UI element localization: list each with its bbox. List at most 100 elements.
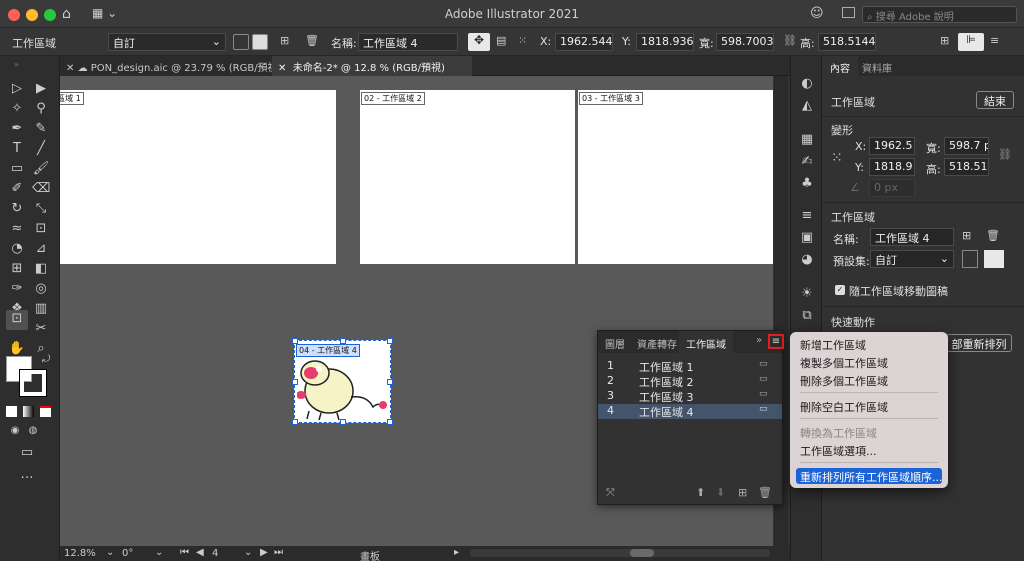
width-input[interactable]: 598.7 p	[944, 137, 989, 155]
symbols-icon[interactable]: ♣	[799, 176, 815, 192]
portrait-icon[interactable]	[233, 34, 249, 50]
swatches-icon[interactable]: ▦	[799, 132, 815, 148]
reference-point-icon[interactable]: ⁙	[518, 34, 527, 47]
perspective-grid-tool-icon[interactable]: ⊿	[32, 240, 50, 258]
menu-item-delete-artboards[interactable]: 刪除多個工作區域	[796, 372, 942, 388]
menu-item-delete-empty-artboards[interactable]: 刪除空白工作區域	[796, 398, 942, 414]
move-up-icon[interactable]: ⬆	[696, 486, 705, 499]
panel-menu-icon[interactable]: ≡	[990, 34, 999, 47]
collapse-icon[interactable]: »	[14, 60, 19, 69]
chevron-down-icon[interactable]: ⌄	[155, 547, 163, 558]
artboard-1[interactable]: 01 - 工作區域 1	[60, 90, 336, 264]
selection-tool-icon[interactable]: ▷	[8, 80, 26, 98]
screen-mode-icon[interactable]: ▭	[18, 444, 36, 462]
pen-tool-icon[interactable]: ✒	[8, 120, 26, 138]
artboard-row[interactable]: 2 工作區域 2 ▭	[598, 374, 782, 389]
width-input[interactable]: 598.7003	[716, 33, 774, 51]
rearrange-icon[interactable]: ⤧	[606, 486, 615, 500]
y-input[interactable]: 1818.9	[869, 158, 915, 176]
shaper-tool-icon[interactable]: ✐	[8, 180, 26, 198]
resize-handle[interactable]	[292, 379, 298, 385]
constrain-link-icon[interactable]: ⛓	[998, 148, 1012, 161]
new-artboard-icon[interactable]: ⊞	[738, 486, 747, 499]
tab-untitled-2[interactable]: ✕ 未命名-2* @ 12.8 % (RGB/預視)	[272, 56, 472, 76]
appearance-icon[interactable]: ☀	[799, 286, 815, 302]
preset-select[interactable]: 自訂 ⌄	[108, 33, 226, 51]
next-artboard-icon[interactable]: ▶	[260, 547, 268, 558]
eraser-tool-icon[interactable]: ⌫	[32, 180, 50, 198]
preset-select[interactable]: 自訂 ⌄	[870, 250, 954, 268]
gradient-mode-icon[interactable]	[23, 406, 34, 417]
panel-menu-icon[interactable]: ≡	[768, 334, 784, 349]
resize-handle[interactable]	[340, 419, 346, 425]
menu-item-artboard-options[interactable]: 工作區域選項...	[796, 442, 942, 458]
rectangle-tool-icon[interactable]: ▭	[8, 160, 26, 178]
artboard-2[interactable]: 02 - 工作區域 2	[360, 90, 575, 264]
horizontal-scrollbar[interactable]	[470, 549, 770, 557]
warp-tool-icon[interactable]: ≈	[8, 220, 26, 238]
arrange-icon[interactable]: ⊞	[940, 34, 949, 47]
tab-libraries[interactable]: 資料庫	[854, 56, 900, 76]
landscape-icon[interactable]	[252, 34, 268, 50]
swap-colors-icon[interactable]: ⤾	[42, 354, 50, 365]
line-tool-icon[interactable]: ╱	[32, 140, 50, 158]
gradient-tool-icon[interactable]: ◧	[32, 260, 50, 278]
reference-point-icon[interactable]: ⁙	[831, 150, 843, 166]
menu-item-duplicate-artboards[interactable]: 複製多個工作區域	[796, 354, 942, 370]
user-icon[interactable]: ☺	[810, 6, 824, 21]
x-input[interactable]: 1962.5	[869, 137, 915, 155]
resize-handle[interactable]	[292, 419, 298, 425]
move-down-icon[interactable]: ⬇	[716, 486, 725, 499]
none-mode-icon[interactable]	[40, 406, 51, 417]
brushes-icon[interactable]: ✍	[799, 154, 815, 170]
artboard-row[interactable]: 3 工作區域 3 ▭	[598, 389, 782, 404]
graph-tool-icon[interactable]: ▥	[32, 300, 50, 318]
artboard-name-input[interactable]: 工作區域 4	[870, 228, 954, 246]
menu-item-rearrange-all-artboards[interactable]: 重新排列所有工作區域順序...	[796, 468, 943, 484]
type-tool-icon[interactable]: T	[8, 140, 26, 158]
draw-mode-icon[interactable]: ◉	[6, 422, 24, 440]
new-artboard-icon[interactable]: ⊞	[280, 34, 289, 47]
portrait-icon[interactable]	[962, 250, 978, 268]
rearrange-all-button[interactable]: 部重新排列	[946, 334, 1012, 352]
scale-tool-icon[interactable]: ⤡	[32, 200, 50, 218]
graphic-styles-icon[interactable]: ⧉	[799, 308, 815, 324]
magic-wand-tool-icon[interactable]: ✧	[8, 100, 26, 118]
tab-asset-export[interactable]: 資產轉存	[630, 331, 684, 353]
close-icon[interactable]: ✕	[66, 63, 74, 74]
tab-properties[interactable]: 內容	[822, 56, 858, 76]
shape-builder-tool-icon[interactable]: ◔	[8, 240, 26, 258]
menu-item-new-artboard[interactable]: 新增工作區域	[796, 336, 942, 352]
color-guide-icon[interactable]: ◭	[799, 98, 815, 114]
artboard-options-icon[interactable]: ▭	[759, 374, 768, 384]
arrange-documents-icon[interactable]	[842, 7, 855, 18]
paintbrush-tool-icon[interactable]: 🖌	[32, 160, 50, 178]
y-input[interactable]: 1818.9363	[636, 33, 694, 51]
zoom-field[interactable]: 12.8%	[64, 548, 104, 559]
transparency-icon[interactable]: ◕	[799, 252, 815, 268]
angle-input[interactable]: 0 px	[869, 179, 915, 197]
help-search-input[interactable]: ⌕ 搜尋 Adobe 說明	[862, 6, 1017, 23]
color-mode-icon[interactable]	[6, 406, 17, 417]
prev-artboard-icon[interactable]: ◀	[196, 547, 204, 558]
resize-handle[interactable]	[387, 379, 393, 385]
artboard-3[interactable]: 03 - 工作區域 3	[578, 90, 773, 264]
chevron-down-icon[interactable]: ⌄	[244, 547, 252, 558]
collapse-icon[interactable]: »	[756, 335, 762, 346]
free-transform-tool-icon[interactable]: ⊡	[32, 220, 50, 238]
stroke-swatch[interactable]	[19, 369, 47, 397]
more-tools-icon[interactable]: …	[18, 466, 36, 484]
curvature-tool-icon[interactable]: ✎	[32, 120, 50, 138]
chevron-down-icon[interactable]: ⌄	[106, 547, 114, 558]
last-artboard-icon[interactable]: ⏭	[274, 547, 283, 558]
artboard-options-icon[interactable]: ▭	[759, 359, 768, 369]
resize-handle[interactable]	[292, 338, 298, 344]
artboard-row[interactable]: 1 工作區域 1 ▭	[598, 359, 782, 374]
resize-handle[interactable]	[387, 338, 393, 344]
move-artwork-icon[interactable]: ✥	[468, 33, 490, 51]
resize-handle[interactable]	[387, 419, 393, 425]
resize-handle[interactable]	[340, 338, 346, 344]
mesh-tool-icon[interactable]: ⊞	[8, 260, 26, 278]
artboard-options-icon[interactable]: ▭	[759, 389, 768, 399]
stroke-icon[interactable]: ≡	[799, 208, 815, 224]
